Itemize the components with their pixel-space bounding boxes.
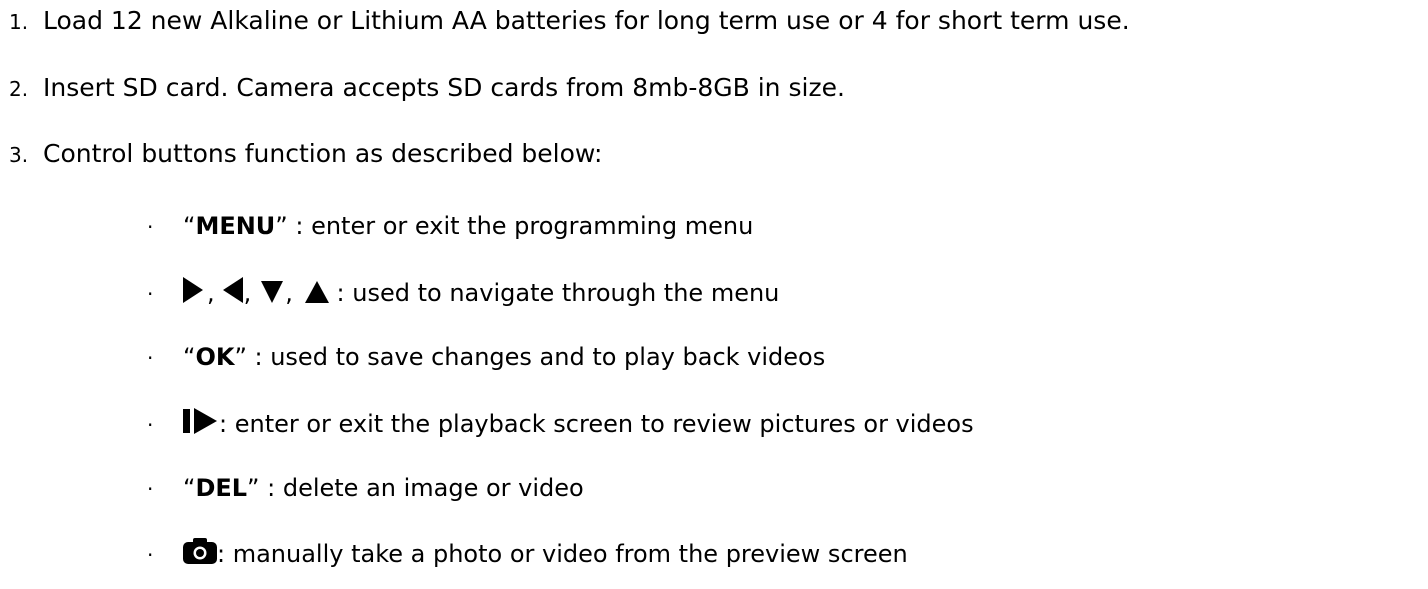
arrow-down-icon: [261, 280, 284, 310]
step-number: 3.: [9, 143, 29, 167]
bullet: ·: [147, 215, 154, 239]
step-2: 2. Insert SD card. Camera accepts SD card…: [0, 73, 845, 104]
step-3: 3. Control buttons function as described …: [0, 139, 602, 170]
control-arrows: ·,,, : used to navigate through the menu: [147, 277, 779, 310]
separator: ,: [207, 279, 215, 307]
bullet: ·: [147, 477, 154, 501]
close-quote: ”: [247, 474, 260, 502]
menu-description: : enter or exit the programming menu: [287, 212, 754, 240]
separator: ,: [285, 279, 293, 307]
arrow-up-icon: [304, 280, 329, 310]
control-ok: · “OK” : used to save changes and to play…: [147, 342, 825, 373]
camera-icon: [183, 538, 217, 571]
step-number: 2.: [9, 77, 29, 101]
close-quote: ”: [275, 212, 288, 240]
open-quote: “: [183, 343, 196, 371]
playback-icon: [183, 408, 219, 441]
step-text: Load 12 new Alkaline or Lithium AA batte…: [43, 6, 1130, 35]
control-menu: · “MENU” : enter or exit the programming …: [147, 211, 753, 242]
open-quote: “: [183, 212, 196, 240]
arrow-left-icon: [222, 277, 243, 310]
camera-description: : manually take a photo or video from th…: [217, 540, 908, 568]
playback-description: : enter or exit the playback screen to r…: [219, 410, 974, 438]
control-playback: · : enter or exit the playback screen to …: [147, 408, 974, 441]
bullet: ·: [147, 282, 154, 306]
separator: ,: [243, 279, 252, 307]
arrows-description: : used to navigate through the menu: [328, 279, 780, 307]
bullet: ·: [147, 346, 154, 370]
step-text: Insert SD card. Camera accepts SD cards …: [43, 73, 845, 102]
control-del: · “DEL” : delete an image or video: [147, 473, 584, 504]
bullet: ·: [147, 413, 154, 437]
open-quote: “: [183, 474, 196, 502]
step-number: 1.: [9, 10, 29, 34]
ok-description: : used to save changes and to play back …: [246, 343, 826, 371]
del-description: : delete an image or video: [259, 474, 584, 502]
ok-key-label: OK: [195, 343, 235, 371]
del-key-label: DEL: [195, 474, 248, 502]
control-camera: · : manually take a photo or video from t…: [147, 538, 908, 571]
menu-key-label: MENU: [195, 212, 276, 240]
step-text: Control buttons function as described be…: [43, 139, 603, 168]
arrow-right-icon: [183, 277, 203, 310]
step-1: 1. Load 12 new Alkaline or Lithium AA bat…: [0, 6, 1130, 37]
close-quote: ”: [234, 343, 247, 371]
bullet: ·: [147, 543, 154, 567]
